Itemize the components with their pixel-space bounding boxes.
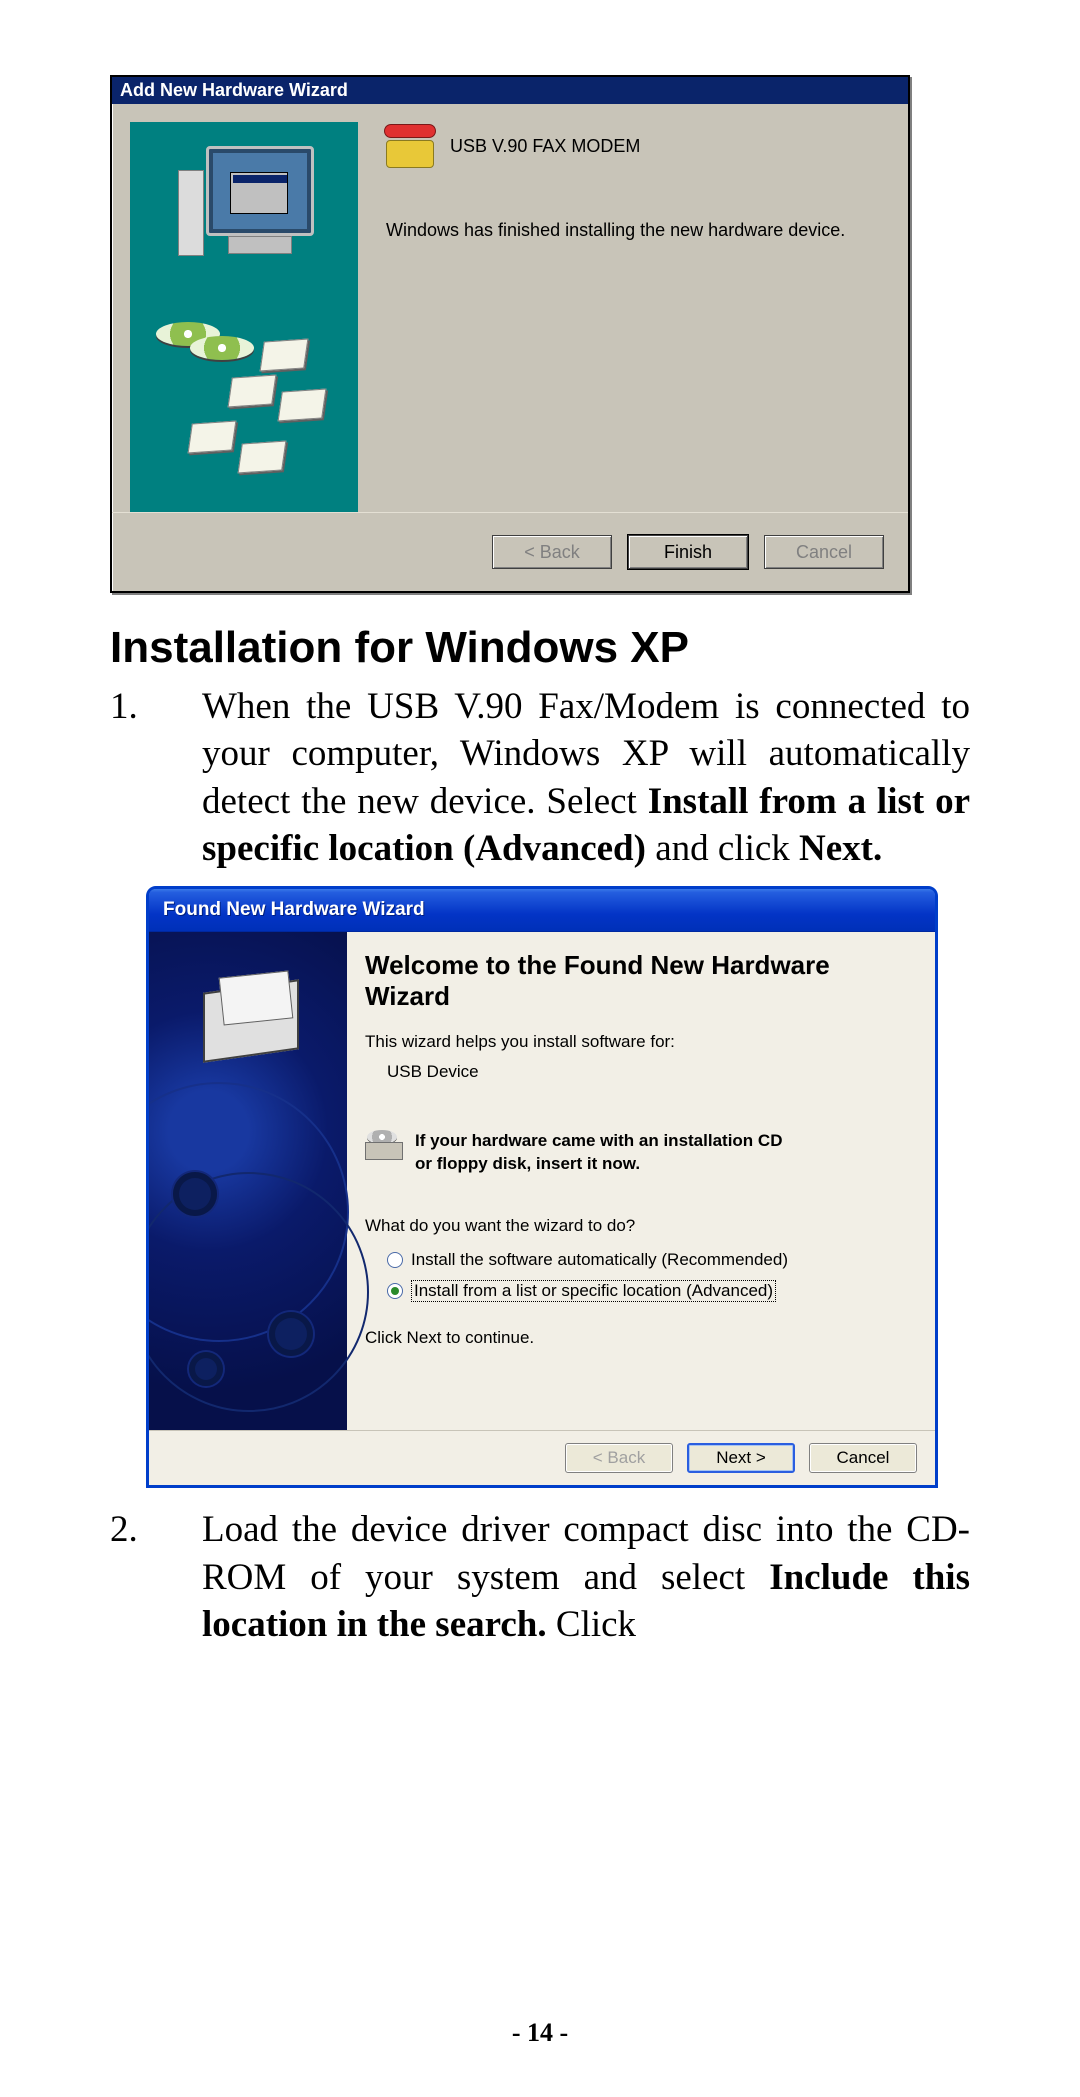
option-advanced[interactable]: Install from a list or specific location… bbox=[387, 1280, 911, 1302]
back-button[interactable]: < Back bbox=[492, 535, 612, 569]
xp-subtext: This wizard helps you install software f… bbox=[365, 1032, 911, 1052]
computer-icon bbox=[178, 146, 318, 276]
win98-titlebar: Add New Hardware Wizard bbox=[112, 77, 908, 104]
radio-unchecked-icon bbox=[387, 1252, 403, 1268]
cd-icon bbox=[190, 336, 254, 360]
xp-heading: Welcome to the Found New Hardware Wizard bbox=[365, 950, 911, 1012]
cd-instruction-line2: or floppy disk, insert it now. bbox=[415, 1153, 782, 1176]
step-1: 1. When the USB V.90 Fax/Modem is connec… bbox=[110, 683, 970, 872]
radio-checked-icon bbox=[387, 1283, 403, 1299]
xp-device-name: USB Device bbox=[387, 1062, 911, 1082]
xp-titlebar: Found New Hardware Wizard bbox=[149, 889, 935, 932]
page-number: - 14 - bbox=[0, 2018, 1080, 2048]
driver-card-icon bbox=[238, 441, 287, 474]
option-auto[interactable]: Install the software automatically (Reco… bbox=[387, 1250, 911, 1270]
finished-message: Windows has finished installing the new … bbox=[386, 220, 884, 241]
step1-text-b: and click bbox=[655, 828, 799, 869]
driver-card-icon bbox=[228, 375, 277, 408]
win98-sidebar-graphic bbox=[130, 122, 358, 512]
drawer-icon bbox=[193, 976, 313, 1086]
driver-card-icon bbox=[260, 339, 309, 372]
fax-modem-icon bbox=[386, 124, 436, 168]
win98-wizard-dialog: Add New Hardware Wizard USB bbox=[110, 75, 910, 593]
xp-sidebar-graphic bbox=[149, 932, 347, 1430]
xp-cancel-button[interactable]: Cancel bbox=[809, 1443, 917, 1473]
step-number: 1. bbox=[110, 683, 202, 872]
step1-bold-b: Next. bbox=[799, 828, 882, 869]
xp-wizard-dialog: Found New Hardware Wizard Welcome to the… bbox=[146, 886, 938, 1488]
option-advanced-label: Install from a list or specific location… bbox=[411, 1280, 776, 1302]
step-number: 2. bbox=[110, 1506, 202, 1648]
section-heading: Installation for Windows XP bbox=[110, 623, 970, 673]
driver-card-icon bbox=[278, 389, 327, 422]
wizard-question: What do you want the wizard to do? bbox=[365, 1216, 911, 1236]
finish-button[interactable]: Finish bbox=[628, 535, 748, 569]
driver-card-icon bbox=[188, 421, 237, 454]
device-name-label: USB V.90 FAX MODEM bbox=[450, 136, 640, 157]
xp-next-button[interactable]: Next > bbox=[687, 1443, 795, 1473]
cd-instruction-line1: If your hardware came with an installati… bbox=[415, 1130, 782, 1153]
xp-back-button[interactable]: < Back bbox=[565, 1443, 673, 1473]
continue-hint: Click Next to continue. bbox=[365, 1328, 911, 1348]
step-2: 2. Load the device driver compact disc i… bbox=[110, 1506, 970, 1648]
step2-text-b: Click bbox=[556, 1604, 636, 1645]
option-auto-label: Install the software automatically (Reco… bbox=[411, 1250, 788, 1270]
install-cd-icon bbox=[365, 1130, 403, 1162]
cancel-button[interactable]: Cancel bbox=[764, 535, 884, 569]
